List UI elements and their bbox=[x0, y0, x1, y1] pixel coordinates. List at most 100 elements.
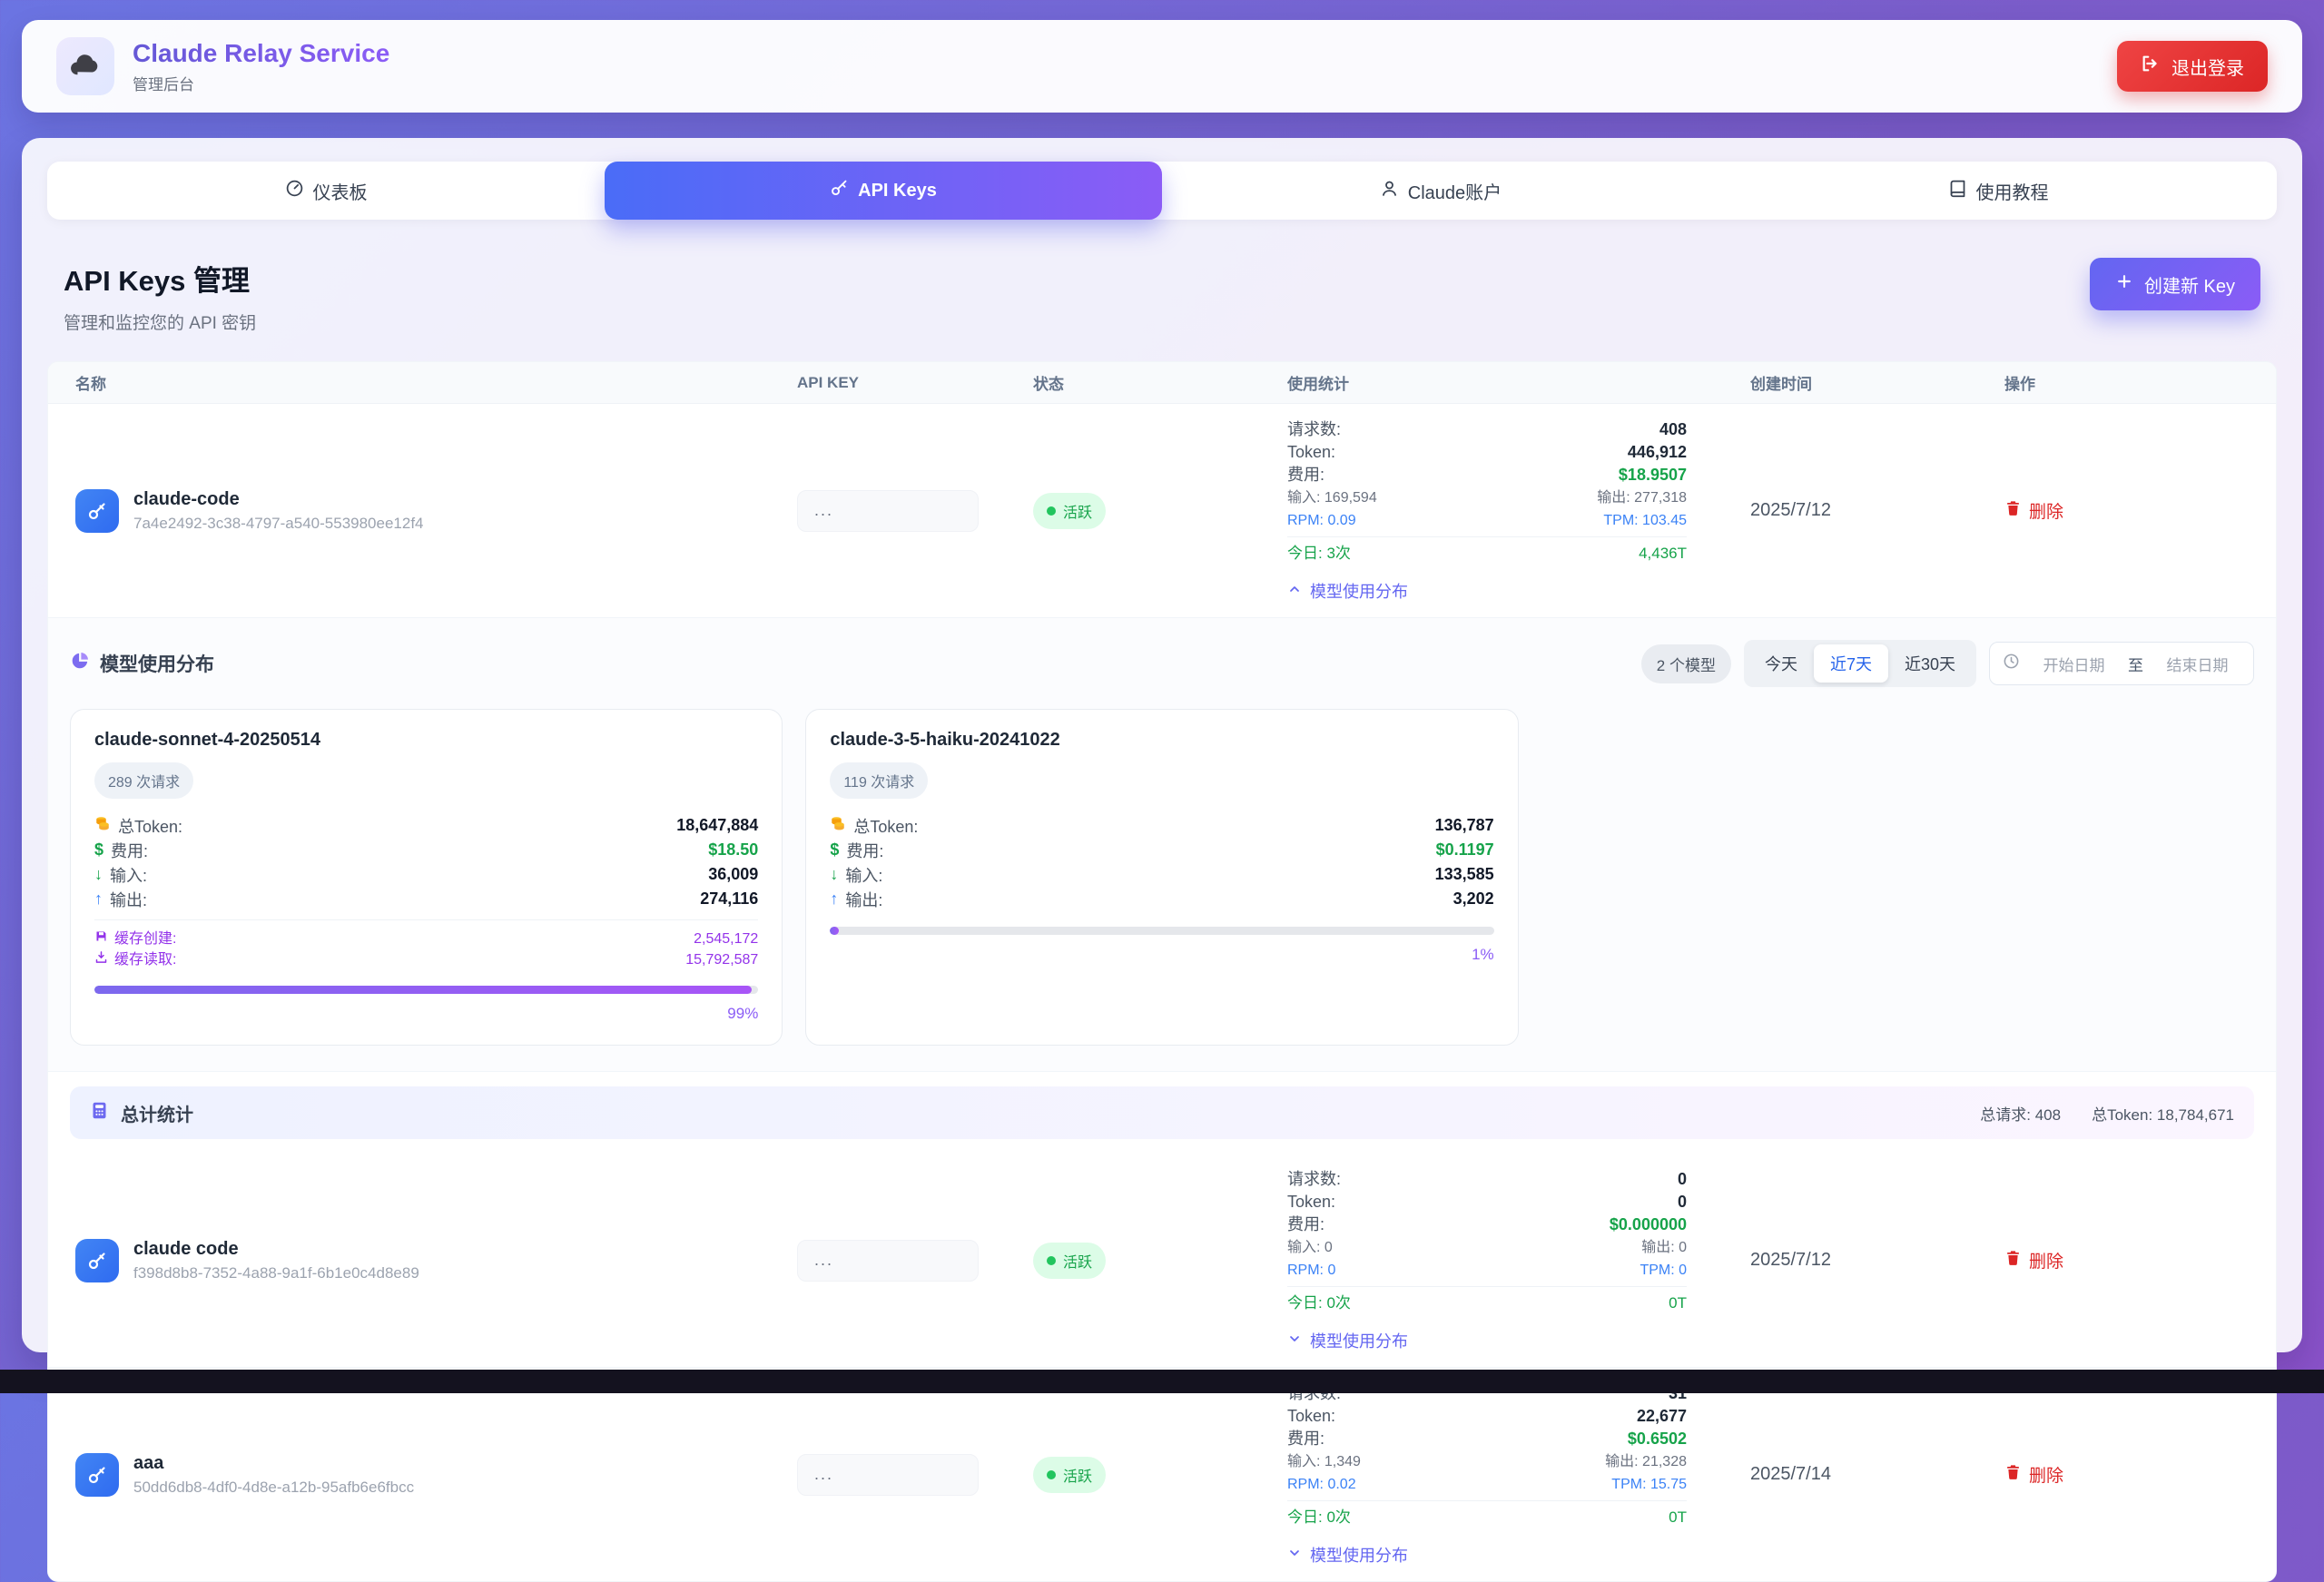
gauge-icon bbox=[285, 179, 304, 203]
range-7d[interactable]: 近7天 bbox=[1814, 644, 1888, 683]
user-icon bbox=[1380, 179, 1399, 203]
tab-bar: 仪表板 API Keys Claude账户 使用教程 bbox=[47, 162, 2277, 220]
arrow-down-icon: ↓ bbox=[94, 865, 103, 884]
logout-button[interactable]: 退出登录 bbox=[2117, 41, 2268, 92]
key-name: aaa bbox=[133, 1453, 414, 1474]
usage-stats: 请求数:408 Token:446,912 费用:$18.9507 输入: 16… bbox=[1287, 415, 1750, 606]
token-value: 446,912 bbox=[1628, 441, 1687, 464]
cost-value: $0.6502 bbox=[1628, 1428, 1687, 1450]
totals-label: 总计统计 bbox=[121, 1100, 193, 1126]
page-head: API Keys 管理 管理和监控您的 API 密钥 创建新 Key bbox=[64, 258, 2260, 334]
model-usage-toggle[interactable]: 模型使用分布 bbox=[1287, 579, 1687, 603]
col-header-usage: 使用统计 bbox=[1287, 371, 1750, 394]
status-badge: 活跃 bbox=[1033, 1243, 1106, 1279]
cloud-icon bbox=[69, 51, 102, 83]
created-date: 2025/7/12 bbox=[1750, 1250, 2004, 1271]
app-logo-group: Claude Relay Service 管理后台 bbox=[56, 37, 389, 95]
model-usage-toggle[interactable]: 模型使用分布 bbox=[1287, 1543, 1687, 1567]
output-value: 输出: 277,318 bbox=[1597, 486, 1687, 509]
empty-grid-cell bbox=[1541, 709, 2254, 1046]
calculator-icon bbox=[90, 1101, 109, 1125]
delete-button[interactable]: 删除 bbox=[2004, 1248, 2063, 1272]
model-cost: $18.50 bbox=[708, 840, 758, 860]
usage-percent: 1% bbox=[830, 946, 1493, 964]
model-card: claude-3-5-haiku-20241022 119 次请求 总Token… bbox=[805, 709, 1518, 1046]
delete-button[interactable]: 删除 bbox=[2004, 1462, 2063, 1487]
key-name: claude code bbox=[133, 1239, 419, 1260]
token-value: 22,677 bbox=[1637, 1405, 1687, 1428]
cache-create-value: 2,545,172 bbox=[694, 929, 758, 949]
table-row: claude code f398d8b8-7352-4a88-9a1f-6b1e… bbox=[48, 1154, 2276, 1368]
usage-progress-fill bbox=[94, 986, 752, 994]
chevron-down-icon bbox=[1287, 1546, 1302, 1565]
api-key-masked[interactable]: ... bbox=[797, 490, 979, 532]
col-header-actions: 操作 bbox=[2004, 371, 2276, 394]
created-date: 2025/7/12 bbox=[1750, 500, 2004, 521]
dollar-icon: $ bbox=[94, 840, 103, 860]
key-id: 7a4e2492-3c38-4797-a540-553980ee12f4 bbox=[133, 515, 424, 533]
model-request-count: 289 次请求 bbox=[94, 762, 193, 799]
rpm-value: RPM: 0 bbox=[1287, 1259, 1335, 1282]
key-icon bbox=[830, 179, 849, 203]
model-usage-toggle[interactable]: 模型使用分布 bbox=[1287, 1329, 1687, 1352]
output-value: 输出: 21,328 bbox=[1605, 1450, 1687, 1473]
table-row: claude-code 7a4e2492-3c38-4797-a540-5539… bbox=[48, 404, 2276, 618]
tab-dashboard[interactable]: 仪表板 bbox=[47, 162, 605, 220]
key-avatar bbox=[75, 489, 119, 533]
delete-button[interactable]: 删除 bbox=[2004, 498, 2063, 523]
tab-api-keys[interactable]: API Keys bbox=[605, 162, 1162, 220]
date-start-placeholder: 开始日期 bbox=[2031, 653, 2117, 675]
model-total-token: 136,787 bbox=[1435, 816, 1494, 835]
model-count-badge: 2 个模型 bbox=[1641, 644, 1731, 683]
save-disk-icon bbox=[94, 929, 108, 949]
arrow-down-icon: ↓ bbox=[830, 865, 838, 884]
page-title: API Keys 管理 bbox=[64, 258, 256, 299]
status-dot-icon bbox=[1047, 1470, 1056, 1479]
tab-tutorial[interactable]: 使用教程 bbox=[1719, 162, 2277, 220]
status-dot-icon bbox=[1047, 1256, 1056, 1265]
model-output: 274,116 bbox=[700, 889, 758, 909]
today-requests: 今日: 0次 bbox=[1287, 1292, 1351, 1314]
model-usage-title: 模型使用分布 bbox=[70, 650, 214, 677]
requests-value: 0 bbox=[1678, 1168, 1687, 1191]
page-subtitle: 管理和监控您的 API 密钥 bbox=[64, 310, 256, 334]
input-value: 输入: 0 bbox=[1287, 1236, 1333, 1259]
api-key-masked[interactable]: ... bbox=[797, 1454, 979, 1496]
created-date: 2025/7/14 bbox=[1750, 1464, 2004, 1485]
table-row: aaa 50dd6db8-4df0-4d8e-a12b-95afb6e6fbcc… bbox=[48, 1368, 2276, 1581]
input-value: 输入: 169,594 bbox=[1287, 486, 1377, 509]
tab-claude-accounts[interactable]: Claude账户 bbox=[1162, 162, 1719, 220]
range-today[interactable]: 今天 bbox=[1748, 644, 1814, 683]
bottom-bar bbox=[0, 1370, 2324, 1393]
date-range-picker[interactable]: 开始日期 至 结束日期 bbox=[1989, 642, 2254, 685]
main-panel: 仪表板 API Keys Claude账户 使用教程 API Keys 管理 管… bbox=[22, 138, 2302, 1352]
app-header: Claude Relay Service 管理后台 退出登录 bbox=[22, 20, 2302, 113]
range-30d[interactable]: 近30天 bbox=[1888, 644, 1972, 683]
status-badge: 活跃 bbox=[1033, 493, 1106, 529]
create-key-button[interactable]: 创建新 Key bbox=[2090, 258, 2260, 310]
today-tokens: 4,436T bbox=[1639, 542, 1687, 565]
tpm-value: TPM: 15.75 bbox=[1611, 1473, 1687, 1496]
model-name: claude-3-5-haiku-20241022 bbox=[830, 730, 1493, 751]
dollar-icon: $ bbox=[830, 840, 839, 860]
col-header-status: 状态 bbox=[1033, 371, 1287, 394]
logout-icon bbox=[2141, 54, 2161, 79]
model-card: claude-sonnet-4-20250514 289 次请求 总Token:… bbox=[70, 709, 783, 1046]
rpm-value: RPM: 0.09 bbox=[1287, 509, 1356, 532]
usage-progress-fill bbox=[830, 927, 839, 935]
cost-value: $18.9507 bbox=[1619, 464, 1687, 486]
col-header-created: 创建时间 bbox=[1750, 371, 2004, 394]
table-header-row: 名称 API KEY 状态 使用统计 创建时间 操作 bbox=[48, 362, 2276, 404]
app-subtitle: 管理后台 bbox=[133, 72, 389, 94]
model-request-count: 119 次请求 bbox=[830, 762, 928, 799]
api-key-masked[interactable]: ... bbox=[797, 1240, 979, 1282]
requests-value: 408 bbox=[1659, 418, 1687, 441]
model-name: claude-sonnet-4-20250514 bbox=[94, 730, 758, 751]
model-input: 36,009 bbox=[708, 865, 758, 884]
col-header-apikey: API KEY bbox=[797, 374, 1033, 392]
download-icon bbox=[94, 949, 108, 970]
key-id: 50dd6db8-4df0-4d8e-a12b-95afb6e6fbcc bbox=[133, 1479, 414, 1497]
key-id: f398d8b8-7352-4a88-9a1f-6b1e0c4d8e89 bbox=[133, 1264, 419, 1282]
book-icon bbox=[1948, 179, 1967, 203]
rpm-value: RPM: 0.02 bbox=[1287, 1473, 1356, 1496]
